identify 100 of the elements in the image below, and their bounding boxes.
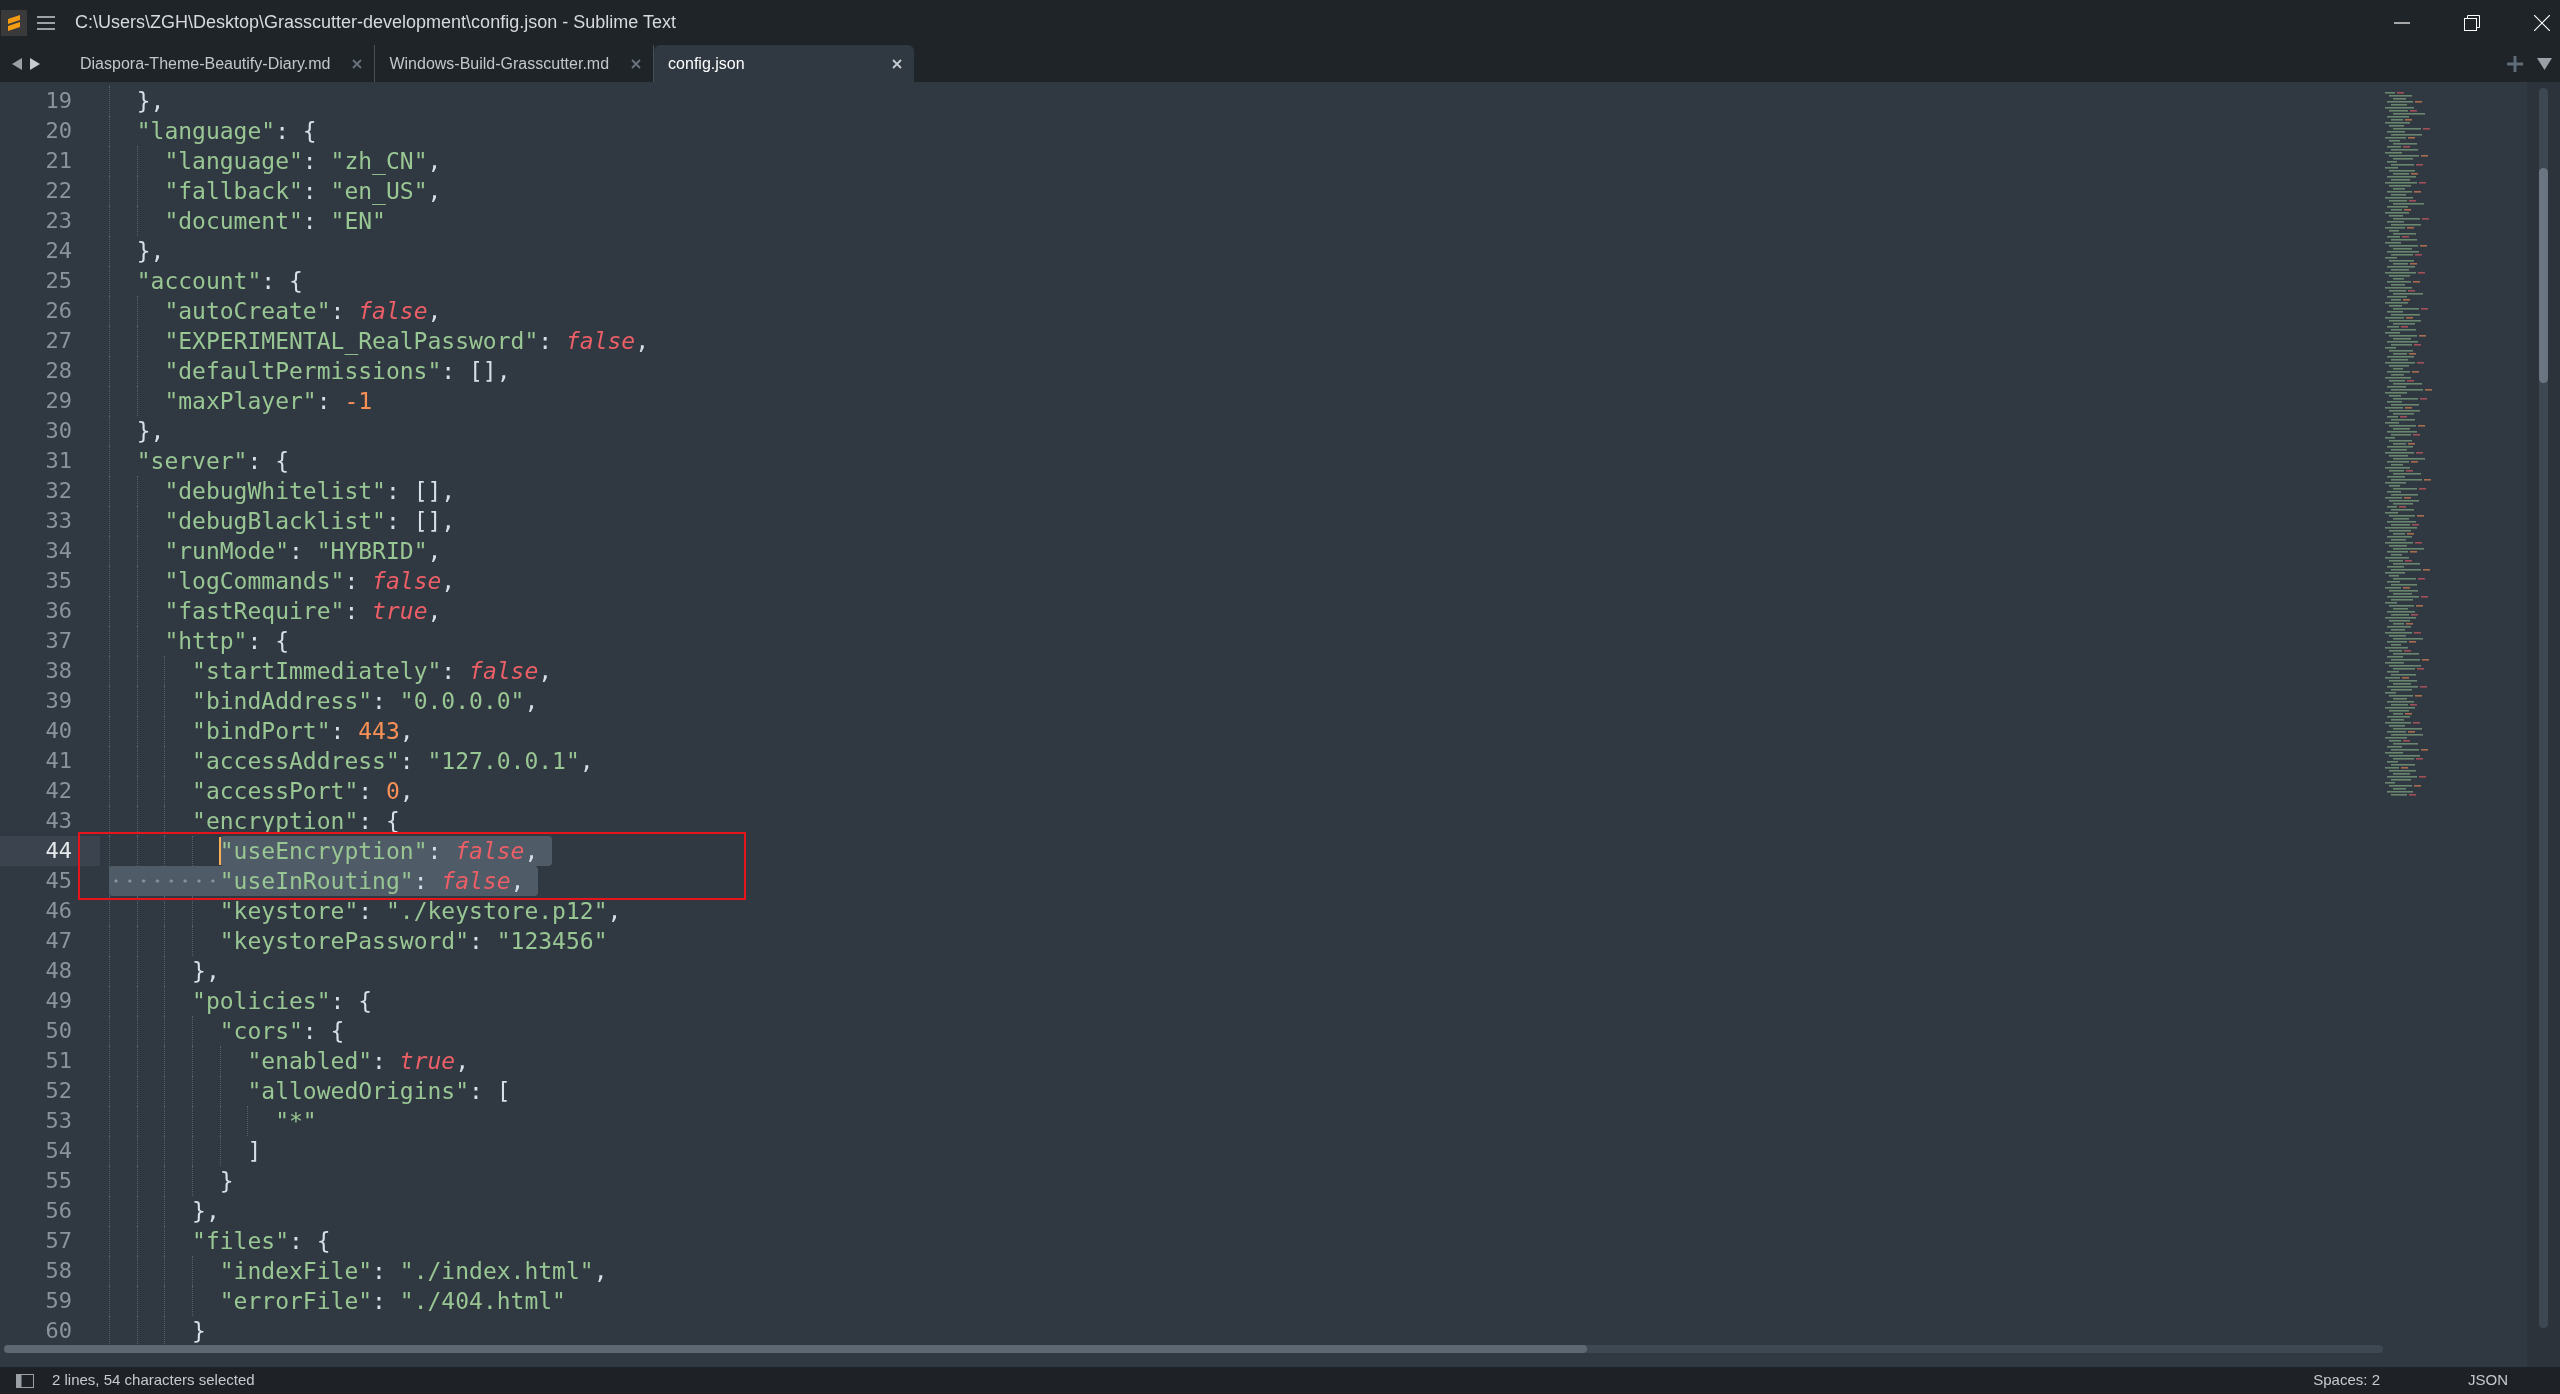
code-punctuation: , — [607, 896, 622, 926]
code-punctuation: : — [344, 596, 360, 626]
code-keyword: false — [455, 836, 525, 866]
code-keyword: true — [372, 596, 428, 626]
plus-icon[interactable] — [2507, 55, 2523, 72]
code-string: "zh_CN" — [330, 146, 428, 177]
code-string: "bindPort" — [192, 716, 331, 746]
code-punctuation: : — [358, 896, 374, 926]
close-icon[interactable] — [2534, 14, 2550, 31]
code-string: "autoCreate" — [164, 296, 331, 326]
line-number: 48 — [44, 957, 73, 985]
code-string: "accessPort" — [192, 776, 359, 806]
code-string: "bindAddress" — [192, 686, 373, 716]
code-string: "0.0.0.0" — [399, 686, 525, 716]
code-punctuation: : [], — [385, 476, 456, 506]
syntax-status[interactable]: JSON — [2468, 1369, 2508, 1392]
code-punctuation: : [ — [469, 1076, 511, 1106]
restore-icon[interactable] — [2464, 14, 2480, 31]
panel-toggle-icon[interactable] — [16, 1373, 34, 1388]
code-punctuation: : { — [275, 116, 317, 146]
line-number: 31 — [44, 447, 73, 475]
code-punctuation: : — [372, 1256, 387, 1286]
code-punctuation: , — [427, 296, 442, 326]
code-string: "keystorePassword" — [219, 926, 469, 956]
line-number: 21 — [44, 147, 73, 175]
vertical-scrollbar-thumb[interactable] — [2539, 168, 2548, 383]
app-logo-icon — [1, 9, 27, 36]
line-number: 44 — [0, 836, 100, 866]
code-punctuation: ] — [247, 1136, 262, 1166]
code-string: "en_US" — [330, 176, 428, 207]
code-punctuation: : — [372, 1286, 387, 1316]
code-string: "document" — [164, 206, 303, 236]
minimize-icon[interactable] — [2394, 21, 2410, 24]
code-punctuation: , — [399, 776, 414, 806]
code-string: "language" — [136, 116, 276, 146]
close-tab-icon[interactable] — [631, 58, 642, 69]
code-punctuation: : { — [247, 626, 289, 656]
code-string: "EXPERIMENTAL_RealPassword" — [164, 326, 539, 357]
line-number: 37 — [44, 627, 73, 655]
line-number: 41 — [44, 747, 73, 775]
forward-arrow-icon[interactable] — [30, 57, 40, 70]
code-punctuation: : — [316, 386, 332, 416]
code-string: "encryption" — [192, 806, 359, 836]
line-number: 53 — [44, 1107, 73, 1135]
code-punctuation: , — [427, 596, 442, 626]
code-punctuation: : [], — [385, 506, 456, 536]
line-number: 24 — [44, 237, 73, 265]
menu-icon[interactable] — [37, 15, 55, 30]
code-punctuation: : — [372, 686, 387, 716]
horizontal-scrollbar-thumb[interactable] — [4, 1345, 1587, 1353]
line-number: 45 — [44, 867, 73, 895]
code-punctuation: : — [427, 836, 443, 866]
code-keyword: false — [441, 866, 511, 896]
code-string: "startImmediately" — [192, 656, 442, 686]
code-string: "files" — [192, 1226, 289, 1256]
code-punctuation: }, — [136, 86, 165, 116]
line-number: 30 — [44, 417, 73, 445]
indentation-status[interactable]: Spaces: 2 — [2313, 1369, 2380, 1392]
line-number: 33 — [44, 507, 73, 535]
line-number: 19 — [44, 87, 73, 115]
code-punctuation: : { — [330, 986, 373, 1016]
code-string: "allowedOrigins" — [247, 1076, 470, 1106]
code-punctuation: : — [302, 176, 318, 206]
code-string: "server" — [136, 446, 248, 476]
line-number: 22 — [44, 177, 73, 205]
back-arrow-icon[interactable] — [12, 57, 22, 70]
line-number: 35 — [44, 567, 73, 595]
code-punctuation: }, — [192, 956, 220, 986]
code-string: "useEncryption" — [219, 836, 428, 866]
line-number: 51 — [44, 1047, 73, 1075]
line-number: 46 — [44, 897, 73, 925]
code-string: "fallback" — [164, 176, 303, 206]
code-punctuation: , — [399, 716, 414, 746]
code-punctuation: : [], — [441, 356, 511, 386]
code-string: "127.0.0.1" — [427, 746, 580, 776]
code-punctuation: } — [192, 1316, 206, 1345]
line-number: 42 — [44, 777, 73, 805]
line-number: 32 — [44, 477, 73, 505]
code-punctuation: , — [427, 146, 442, 176]
code-punctuation: : — [344, 566, 360, 596]
dropdown-icon[interactable] — [2537, 57, 2552, 70]
close-tab-icon[interactable] — [892, 58, 903, 69]
code-string: "./404.html" — [399, 1286, 566, 1316]
close-tab-icon[interactable] — [352, 58, 363, 69]
line-number: 54 — [44, 1137, 73, 1165]
code-string: "accessAddress" — [192, 746, 400, 776]
code-punctuation: , — [510, 866, 525, 896]
code-punctuation: , — [635, 326, 650, 356]
line-number: 40 — [44, 717, 73, 745]
code-punctuation: , — [455, 1046, 470, 1076]
line-number: 57 — [44, 1227, 73, 1255]
line-number: 23 — [44, 207, 73, 235]
line-number: 50 — [44, 1017, 73, 1045]
code-string: "indexFile" — [219, 1256, 373, 1286]
code-string: "http" — [164, 626, 248, 656]
file-tab[interactable]: config.json — [654, 45, 915, 82]
code-punctuation: , — [593, 1256, 608, 1286]
code-punctuation: : — [358, 776, 374, 806]
code-string: "./index.html" — [399, 1256, 594, 1286]
line-number: 27 — [44, 327, 73, 355]
